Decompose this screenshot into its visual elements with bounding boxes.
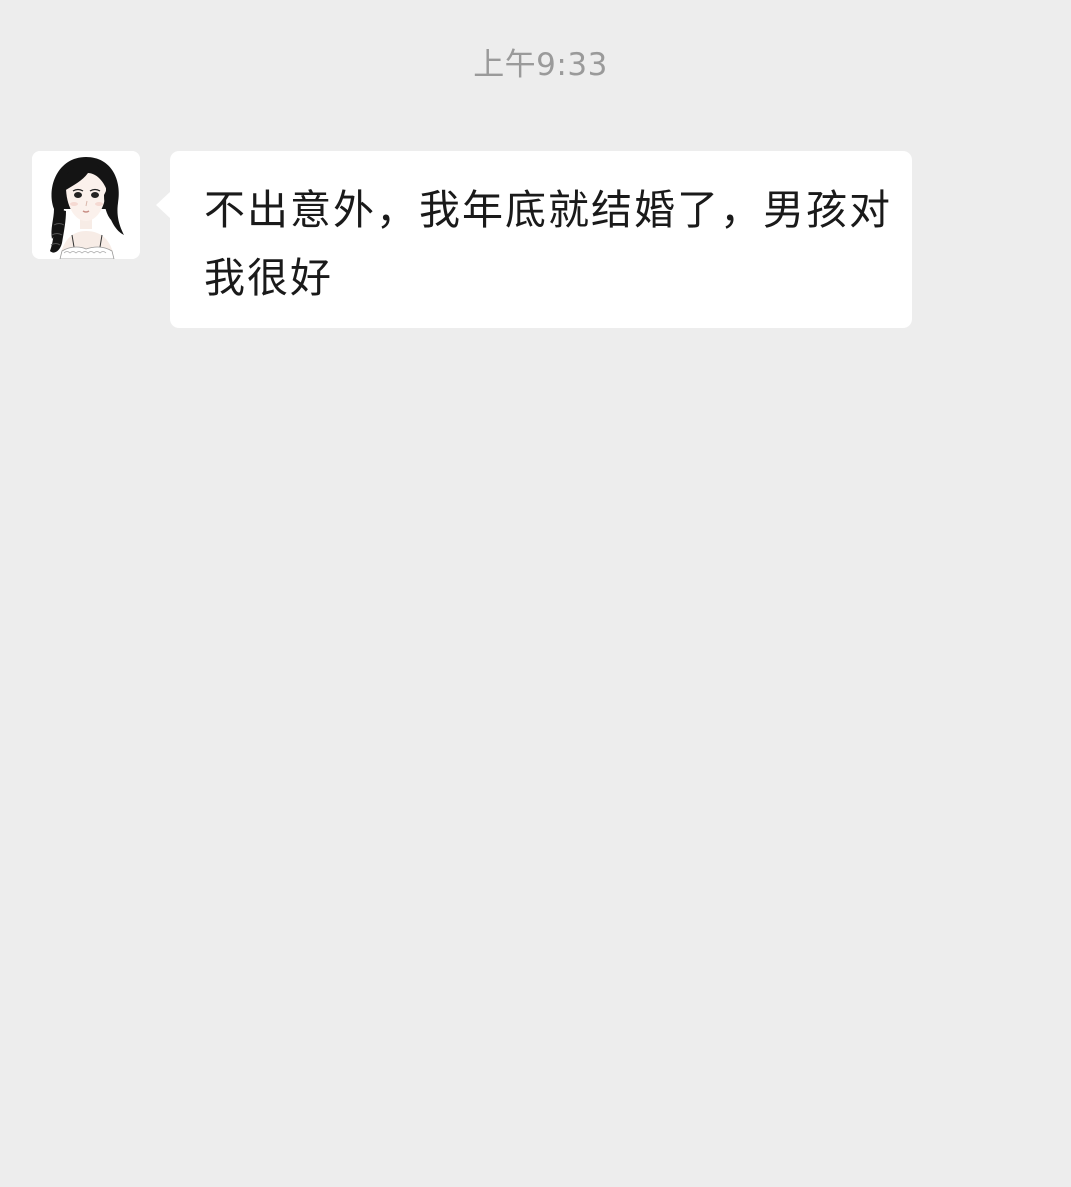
message-bubble[interactable]: 不出意外，我年底就结婚了，男孩对我很好 [156, 151, 912, 328]
message-timestamp: 上午9:33 [473, 47, 608, 83]
bubble-tail [156, 191, 171, 219]
chat-window: 上午9:33 不出意外，我年底就结婚了，男孩对我很好 [0, 0, 1071, 1187]
message-text: 不出意外，我年底就结婚了，男孩对我很好 [204, 186, 892, 302]
contact-avatar[interactable] [32, 151, 140, 259]
girl-avatar-icon [32, 151, 140, 259]
